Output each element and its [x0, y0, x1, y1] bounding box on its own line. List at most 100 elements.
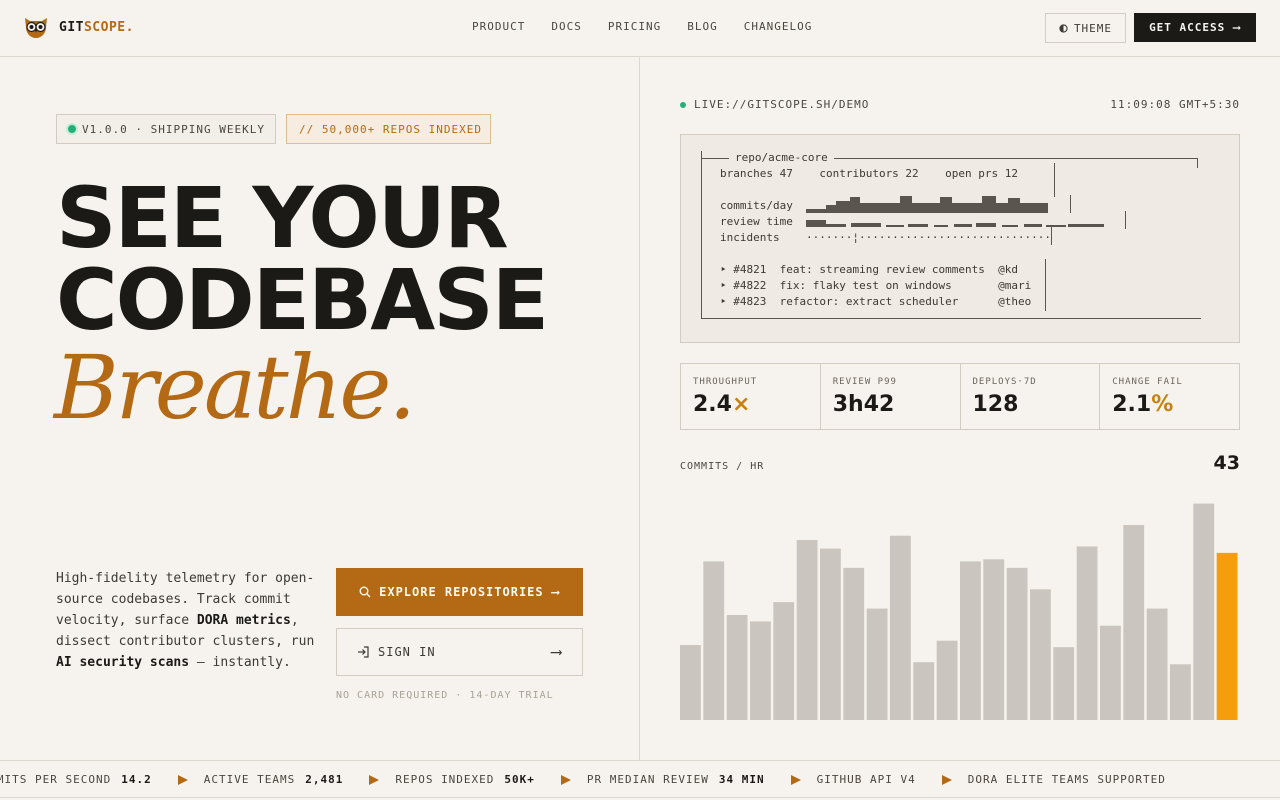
- ticker-label: ACTIVE TEAMS: [203, 773, 296, 786]
- nav-link-blog[interactable]: BLOG: [687, 20, 718, 33]
- bar: [820, 548, 841, 720]
- ticker-item: GITHUB API V4: [790, 773, 916, 786]
- bar: [913, 662, 935, 720]
- bar: [960, 561, 981, 720]
- sign-in-button[interactable]: SIGN IN ⟶: [336, 628, 583, 676]
- terminal-preview: repo/acme-core branches 47 contributors …: [680, 134, 1240, 343]
- terminal-commits-label: commits/day: [720, 199, 793, 212]
- stats-ticker: COMMITS PER SECOND 14.2 ACTIVE TEAMS 2,481 R…: [0, 760, 1280, 798]
- ticker-label: PR MEDIAN REVIEW: [586, 773, 709, 786]
- metric-label: DEPLOYS·7D: [972, 377, 1037, 387]
- terminal-incidents-dots: ·······¦·····························: [806, 231, 1052, 244]
- bar: [866, 608, 888, 720]
- bar: [1193, 503, 1215, 720]
- metric-throughput: THROUGHPUT 2.4×: [681, 364, 821, 429]
- bar: [1076, 546, 1098, 720]
- ticker-item: REPOS INDEXED 50K+: [369, 773, 535, 786]
- terminal-review-label: review time: [720, 215, 793, 228]
- commits-bar-chart: [680, 503, 1238, 720]
- ticker-label: COMMITS PER SECOND: [0, 773, 112, 786]
- nav-link-docs[interactable]: DOCS: [551, 20, 582, 33]
- ticker-label: GITHUB API V4: [816, 773, 916, 786]
- metric-label: THROUGHPUT: [693, 377, 758, 387]
- status-dot-icon: [68, 125, 76, 133]
- terminal-frame-corner: [1197, 158, 1198, 168]
- metric-value: 3h42: [832, 392, 895, 417]
- triangle-right-icon: [941, 774, 952, 785]
- bar: [983, 559, 1005, 720]
- bar: [1053, 647, 1075, 720]
- metric-label: REVIEW P99: [832, 377, 897, 387]
- brand-logo[interactable]: GITSCOPE.: [23, 15, 134, 39]
- commits-sparkline: [806, 196, 1048, 213]
- repos-badge: // 50,000+ REPOS INDEXED: [286, 114, 491, 144]
- terminal-rule: [1070, 195, 1071, 213]
- metric-value: 2.1%: [1112, 392, 1174, 417]
- sign-in-label-group: SIGN IN: [357, 645, 436, 659]
- explore-label: EXPLORE REPOSITORIES: [379, 585, 544, 599]
- ai-scans-emphasis: AI security scans: [56, 655, 190, 670]
- bar-current-hour: [1216, 552, 1238, 720]
- bar: [680, 645, 701, 720]
- bar: [936, 640, 958, 720]
- nav-link-pricing[interactable]: PRICING: [608, 20, 661, 33]
- ticker-item: PR MEDIAN REVIEW 34 MIN: [560, 773, 765, 786]
- bar: [796, 540, 818, 720]
- metric-change-fail: CHANGE FAIL 2.1%: [1100, 364, 1239, 429]
- get-access-label: GET ACCESS: [1149, 21, 1226, 34]
- theme-toggle-button[interactable]: THEME: [1045, 13, 1126, 43]
- nav-links: PRODUCT DOCS PRICING BLOG CHANGELOG: [472, 20, 812, 33]
- demo-clock: 11:09:08 GMT+5:30: [1110, 98, 1240, 111]
- ticker-label: REPOS INDEXED: [395, 773, 495, 786]
- bar: [703, 561, 725, 720]
- bar: [1146, 608, 1168, 720]
- metric-value: 2.4×: [693, 392, 751, 417]
- bar: [890, 535, 911, 720]
- dora-metrics-emphasis: DORA metrics: [196, 613, 291, 628]
- nav-link-changelog[interactable]: CHANGELOG: [744, 20, 813, 33]
- terminal-pr-row[interactable]: ‣ #4822 fix: flaky test on windows @mari: [720, 279, 1031, 292]
- version-badge: V1.0.0 · SHIPPING WEEKLY: [56, 114, 276, 144]
- arrow-right-icon: ⟶: [551, 642, 562, 661]
- top-nav: GITSCOPE. PRODUCT DOCS PRICING BLOG CHAN…: [0, 0, 1280, 57]
- sign-in-label: SIGN IN: [378, 645, 436, 659]
- arrow-right-icon: ⟶: [551, 585, 560, 599]
- version-badge-text: V1.0.0 · SHIPPING WEEKLY: [82, 122, 265, 136]
- arrow-right-icon: ⟶: [1233, 21, 1241, 34]
- ticker-item: COMMITS PER SECOND 14.2: [0, 773, 152, 786]
- terminal-repo-stats: branches 47 contributors 22 open prs 12: [720, 167, 1019, 180]
- chart-current-value: 43: [1213, 452, 1240, 474]
- ticker-label: DORA ELITE TEAMS SUPPORTED: [967, 773, 1166, 786]
- terminal-incidents-label: incidents: [720, 231, 780, 244]
- hero-headline-line-2: CODEBASE: [56, 251, 549, 349]
- terminal-pr-row[interactable]: ‣ #4823 refactor: extract scheduler @the…: [720, 295, 1031, 308]
- terminal-repo-title: repo/acme-core: [729, 151, 834, 164]
- nav-link-product[interactable]: PRODUCT: [472, 20, 525, 33]
- metric-deploys: DEPLOYS·7D 128: [961, 364, 1101, 429]
- triangle-right-icon: [790, 774, 801, 785]
- search-icon: [359, 586, 371, 598]
- get-access-button[interactable]: GET ACCESS ⟶: [1134, 13, 1256, 42]
- ticker-value: 34 MIN: [718, 773, 765, 786]
- ticker-item: ACTIVE TEAMS 2,481: [177, 773, 344, 786]
- ticker-value: 2,481: [305, 773, 344, 786]
- bar: [1170, 664, 1191, 720]
- ticker-value: 14.2: [121, 773, 152, 786]
- review-time-sparkline: [806, 220, 1104, 227]
- theme-label: THEME: [1073, 21, 1113, 35]
- terminal-rule: [1054, 163, 1055, 197]
- owl-icon: [25, 18, 47, 38]
- trial-note: NO CARD REQUIRED · 14-DAY TRIAL: [336, 690, 554, 701]
- live-url[interactable]: LIVE://GITSCOPE.SH/DEMO: [694, 98, 869, 111]
- bar: [1006, 567, 1028, 720]
- triangle-right-icon: [369, 774, 380, 785]
- live-demo-indicator: LIVE://GITSCOPE.SH/DEMO: [680, 98, 869, 111]
- metric-value: 128: [972, 392, 1019, 417]
- terminal-pr-row[interactable]: ‣ #4821 feat: streaming review comments …: [720, 263, 1018, 276]
- hero-description: High-fidelity telemetry for open-source …: [56, 571, 315, 670]
- terminal-rule: [1051, 227, 1052, 245]
- explore-repositories-button[interactable]: EXPLORE REPOSITORIES ⟶: [336, 568, 583, 616]
- bar: [1123, 525, 1145, 720]
- brand-name: GITSCOPE.: [59, 19, 134, 35]
- metrics-strip: THROUGHPUT 2.4× REVIEW P99 3h42 DEPLOYS·…: [680, 363, 1240, 430]
